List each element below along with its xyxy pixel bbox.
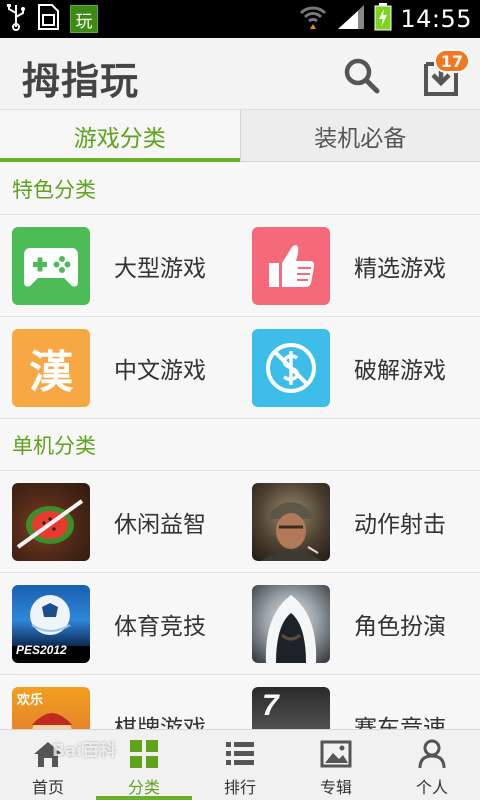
dollar-prohibited-icon [252,328,330,407]
racing-logo-text: 7 [262,688,279,722]
person-icon [418,739,446,769]
category-label: 体育竞技 [114,613,206,640]
category-label: 休闲益智 [114,511,206,538]
battery-charging-icon [374,3,392,35]
grid-icon [130,740,158,768]
category-label: 中文游戏 [114,357,206,384]
category-row: PES2012 体育竞技 角色扮演 [0,573,480,675]
tab-game-categories[interactable]: 游戏分类 [0,110,240,162]
search-button[interactable] [338,52,386,100]
category-item-cracked-games[interactable]: 破解游戏 [240,317,480,418]
signal-icon [336,3,366,35]
han-character-icon: 漢 [12,328,90,407]
category-item-racing[interactable]: 7 赛车竞速 [240,675,480,729]
nav-profile[interactable]: 个人 [384,730,480,800]
download-button[interactable]: 17 [414,49,470,102]
nav-categories[interactable]: 分类 [96,730,192,800]
category-item-card-games[interactable]: 欢乐 棋牌游戏 [0,675,240,729]
tab-essentials[interactable]: 装机必备 [239,110,480,161]
list-icon [226,742,254,765]
card-game-logo-text: 欢乐 [17,692,44,708]
wifi-icon [298,3,328,35]
category-label: 破解游戏 [354,357,446,384]
app-title: 拇指玩 [22,59,140,103]
category-row: 欢乐 棋牌游戏 7 赛车竞速 [0,675,480,729]
status-time: 14:55 [400,5,472,33]
usb-icon [6,3,26,35]
category-item-chinese-games[interactable]: 漢 中文游戏 [0,317,240,418]
category-label: 动作射击 [354,511,446,538]
category-label: 角色扮演 [354,613,446,640]
status-bar-right: 14:55 [298,3,472,35]
bottom-navigation: 首页 分类 排行 专辑 个人 [0,729,480,800]
category-label: 精选游戏 [354,255,446,282]
category-item-casual-puzzle[interactable]: 休闲益智 [0,471,240,572]
card-game-thumbnail: 欢乐 [12,686,90,729]
download-count-badge: 17 [433,49,470,73]
category-row: 漢 中文游戏 破解游戏 [0,317,480,419]
han-character-glyph: 漢 [29,346,73,398]
app-notification-icon: 玩 [70,5,98,33]
fruit-ninja-thumbnail [12,482,90,561]
category-item-sports[interactable]: PES2012 体育竞技 [0,573,240,674]
nav-label: 分类 [127,778,160,797]
category-row: 休闲益智 动作射击 [0,471,480,573]
thumbs-up-icon [252,226,330,305]
nav-ranking[interactable]: 排行 [192,730,288,800]
category-row: 大型游戏 精选游戏 [0,215,480,317]
search-icon [344,58,380,94]
status-bar-left: 玩 [6,3,98,35]
category-label: 赛车竞速 [354,715,446,730]
category-label: 棋牌游戏 [114,715,206,730]
section-title-single-player: 单机分类 [0,419,480,471]
soldier-thumbnail [252,482,330,561]
status-bar: 玩 14:55 [0,0,480,38]
nav-label: 个人 [415,778,448,797]
nav-albums[interactable]: 专辑 [288,730,384,800]
assassin-thumbnail [252,584,330,663]
category-item-rpg[interactable]: 角色扮演 [240,573,480,674]
sim-icon [36,3,60,35]
section-title-featured: 特色分类 [0,163,480,215]
category-list: 特色分类 大型游戏 精选游戏 漢 中文游戏 破解游戏 单机分类 休闲益智 动作射… [0,163,480,729]
app-header: 拇指玩 17 [0,38,480,110]
nav-label: 排行 [223,778,256,797]
category-tabs: 游戏分类 装机必备 [0,110,480,162]
pes2012-thumbnail: PES2012 [12,584,90,663]
category-label: 大型游戏 [114,255,206,282]
pes-logo-text: PES2012 [16,642,67,657]
nav-label: 首页 [31,778,64,797]
category-item-large-games[interactable]: 大型游戏 [0,215,240,316]
home-icon [34,742,62,767]
image-album-icon [320,740,352,768]
nav-label: 专辑 [319,778,352,797]
racing-thumbnail: 7 [252,686,330,729]
gamepad-icon [12,226,90,305]
category-item-action-shooter[interactable]: 动作射击 [240,471,480,572]
category-item-selected-games[interactable]: 精选游戏 [240,215,480,316]
nav-home[interactable]: 首页 [0,730,96,800]
